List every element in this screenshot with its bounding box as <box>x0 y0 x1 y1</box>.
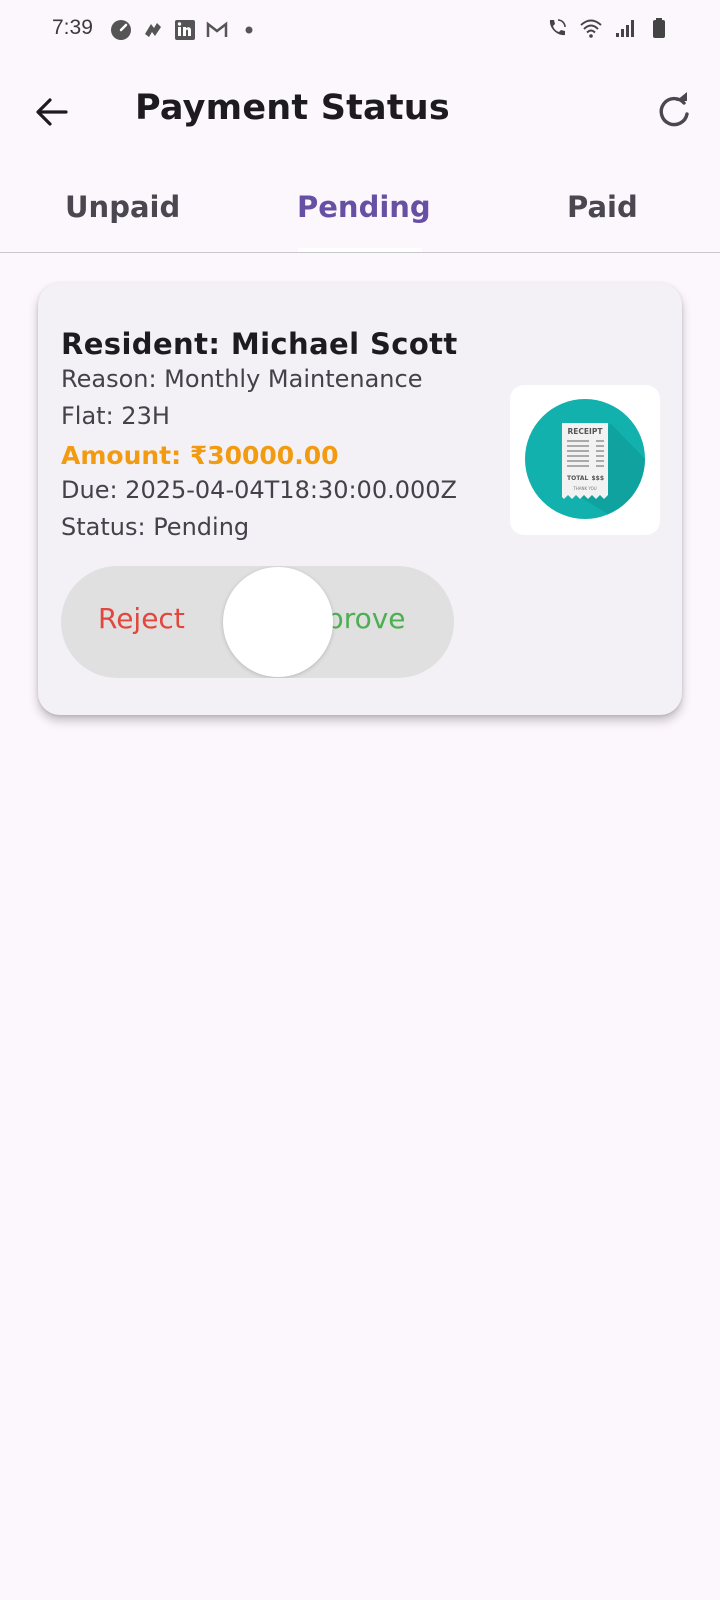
back-button[interactable] <box>30 90 74 134</box>
signal-icon <box>614 17 636 39</box>
status-time: 7:39 <box>52 16 93 39</box>
swipe-action-slider[interactable]: Reject Approve <box>61 566 454 678</box>
gmail-icon <box>206 19 228 41</box>
speedometer-icon <box>110 19 132 41</box>
page-title: Payment Status <box>135 88 450 128</box>
receipt-total-value: $$$ <box>591 475 604 482</box>
payment-amount: Amount: ₹30000.00 <box>61 441 339 470</box>
payment-card[interactable]: Resident: Michael Scott Reason: Monthly … <box>38 283 682 715</box>
app-icon <box>142 19 164 41</box>
receipt-title: RECEIPT <box>568 427 604 436</box>
notification-icons <box>110 19 260 41</box>
due-date: Due: 2025-04-04T18:30:00.000Z <box>61 476 457 504</box>
tab-pending[interactable]: Pending <box>297 190 431 224</box>
tab-paid[interactable]: Paid <box>567 190 638 224</box>
payment-status: Status: Pending <box>61 513 250 541</box>
dot-icon <box>238 19 260 41</box>
tab-unpaid[interactable]: Unpaid <box>65 190 180 224</box>
receipt-footer: THANK YOU <box>572 486 596 491</box>
reject-label: Reject <box>98 602 185 635</box>
refresh-button[interactable] <box>652 90 696 134</box>
tab-indicator <box>298 248 422 252</box>
refresh-icon <box>659 92 689 127</box>
flat-number: Flat: 23H <box>61 402 170 430</box>
status-bar: 7:39 <box>0 0 720 62</box>
receipt-total-label: TOTAL <box>567 475 588 482</box>
arrow-left-icon <box>36 98 68 126</box>
resident-name: Resident: Michael Scott <box>61 327 458 361</box>
wifi-call-icon <box>546 17 568 39</box>
slider-knob[interactable] <box>223 567 333 677</box>
linkedin-icon <box>174 19 196 41</box>
receipt-thumbnail[interactable]: RECEIPT TOTAL $$$ THANK YOU <box>510 385 660 535</box>
status-tabs: Unpaid Pending Paid <box>0 172 720 253</box>
battery-icon <box>648 17 670 39</box>
system-icons <box>546 17 670 39</box>
wifi-icon <box>580 17 602 39</box>
payment-reason: Reason: Monthly Maintenance <box>61 365 423 393</box>
receipt-icon: RECEIPT TOTAL $$$ THANK YOU <box>525 399 645 519</box>
app-bar: Payment Status <box>0 80 720 144</box>
